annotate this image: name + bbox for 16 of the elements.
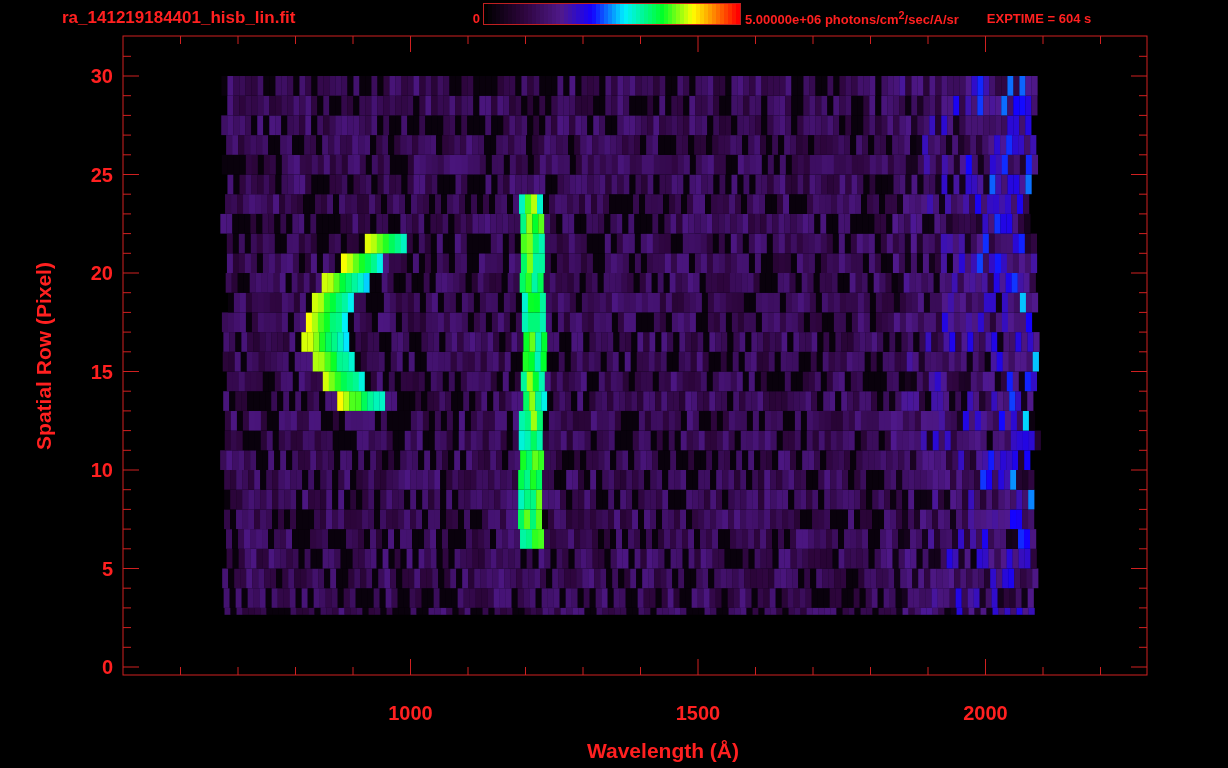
x-axis-title: Wavelength (Å) xyxy=(586,739,740,762)
x-tick-label: 1000 xyxy=(388,702,433,724)
y-axis-title: Spatial Row (Pixel) xyxy=(32,262,55,450)
y-tick-label: 20 xyxy=(90,262,113,284)
x-tick-label: 1500 xyxy=(675,702,721,724)
y-tick-label: 10 xyxy=(90,459,113,481)
y-tick-label: 15 xyxy=(90,360,113,383)
x-tick-label: 2000 xyxy=(963,702,1008,724)
exposure-time-label: EXPTIME = 604 s xyxy=(986,10,1092,26)
colorbar-max-label: 5.00000e+06 photons/cm$^{2}$/sec/A/sr xyxy=(745,8,959,28)
y-tick-label: 30 xyxy=(90,65,113,87)
y-tick-label: 25 xyxy=(90,163,113,186)
plot-title: ra_141219184401_hisb_lin.fit xyxy=(62,8,297,28)
y-tick-label: 0 xyxy=(101,656,113,678)
y-tick-label: 5 xyxy=(101,557,113,580)
colorbar-min-label: 0 xyxy=(471,10,480,26)
